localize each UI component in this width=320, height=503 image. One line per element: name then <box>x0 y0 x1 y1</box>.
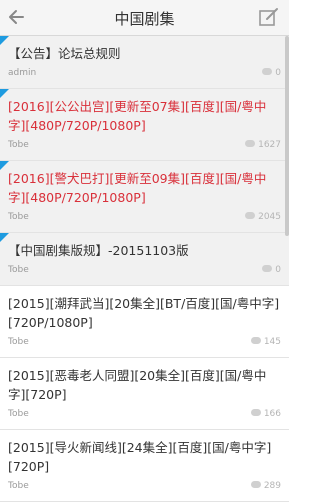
thread-author: Tobe <box>8 212 29 222</box>
reply-count-value: 166 <box>263 409 281 419</box>
thread-title[interactable]: [2016][警犬巴打][更新至09集][百度][国/粤中字][480P/720… <box>8 169 281 207</box>
thread-meta: Tobe 289 <box>8 479 281 495</box>
comment-icon <box>245 212 256 219</box>
thread-title[interactable]: [2015][恶毒老人同盟][20集全][百度][国/粤中字][720P] <box>8 366 281 404</box>
thread-author: Tobe <box>8 337 29 347</box>
thread-title[interactable]: [2015][潮拜武当][20集全][BT/百度][国/粤中字][720P/10… <box>8 294 281 332</box>
thread-meta: admin 0 <box>8 66 281 82</box>
page-title: 中国剧集 <box>114 10 175 28</box>
reply-count: 166 <box>250 409 281 419</box>
thread-author: Tobe <box>8 140 29 150</box>
thread-meta: Tobe 1627 <box>8 138 281 154</box>
reply-count: 145 <box>250 337 281 347</box>
thread-meta: Tobe 2045 <box>8 210 281 226</box>
thread-item[interactable]: 【公告】论坛总规则 admin 0 <box>0 36 289 89</box>
reply-count-value: 0 <box>275 68 281 78</box>
thread-title[interactable]: 【中国剧集版规】-20151103版 <box>8 241 281 260</box>
thread-title[interactable]: 【公告】论坛总规则 <box>8 44 281 63</box>
reply-count-value: 2045 <box>258 212 281 222</box>
comment-icon <box>250 409 261 416</box>
thread-author: Tobe <box>8 265 29 275</box>
reply-count: 2045 <box>245 212 281 222</box>
thread-item[interactable]: 【中国剧集版规】-20151103版 Tobe 0 <box>0 233 289 286</box>
thread-list: 【公告】论坛总规则 admin 0 [2016][公公出宫][更新至07集][百… <box>0 36 289 502</box>
sticky-flag-icon <box>0 233 9 242</box>
thread-item[interactable]: [2015][导火新闻线][24集全][百度][国/粤中字][720P] Tob… <box>0 430 289 502</box>
top-bar: 中国剧集 <box>0 0 289 36</box>
reply-count-value: 289 <box>263 481 281 491</box>
sticky-flag-icon <box>0 161 9 170</box>
compose-icon[interactable] <box>258 6 280 28</box>
thread-meta: Tobe 145 <box>8 335 281 351</box>
comment-icon <box>250 481 261 488</box>
thread-item[interactable]: [2016][警犬巴打][更新至09集][百度][国/粤中字][480P/720… <box>0 161 289 233</box>
thread-title[interactable]: [2016][公公出宫][更新至07集][百度][国/粤中字][480P/720… <box>8 97 281 135</box>
thread-author: Tobe <box>8 409 29 419</box>
comment-icon <box>262 68 273 75</box>
thread-item[interactable]: [2016][公公出宫][更新至07集][百度][国/粤中字][480P/720… <box>0 89 289 161</box>
scrollbar[interactable] <box>285 36 289 236</box>
reply-count: 0 <box>262 68 281 78</box>
comment-icon <box>245 140 256 147</box>
comment-icon <box>250 337 261 344</box>
sticky-flag-icon <box>0 89 9 98</box>
thread-author: Tobe <box>8 481 29 491</box>
thread-meta: Tobe 166 <box>8 407 281 423</box>
thread-item[interactable]: [2015][恶毒老人同盟][20集全][百度][国/粤中字][720P] To… <box>0 358 289 430</box>
reply-count: 289 <box>250 481 281 491</box>
reply-count-value: 145 <box>263 337 281 347</box>
reply-count: 1627 <box>245 140 281 150</box>
thread-title[interactable]: [2015][导火新闻线][24集全][百度][国/粤中字][720P] <box>8 438 281 476</box>
sticky-flag-icon <box>0 36 9 45</box>
reply-count-value: 1627 <box>258 140 281 150</box>
thread-meta: Tobe 0 <box>8 263 281 279</box>
thread-author: admin <box>8 68 37 78</box>
reply-count: 0 <box>262 265 281 275</box>
thread-item[interactable]: [2015][潮拜武当][20集全][BT/百度][国/粤中字][720P/10… <box>0 286 289 358</box>
reply-count-value: 0 <box>275 265 281 275</box>
comment-icon <box>262 265 273 272</box>
